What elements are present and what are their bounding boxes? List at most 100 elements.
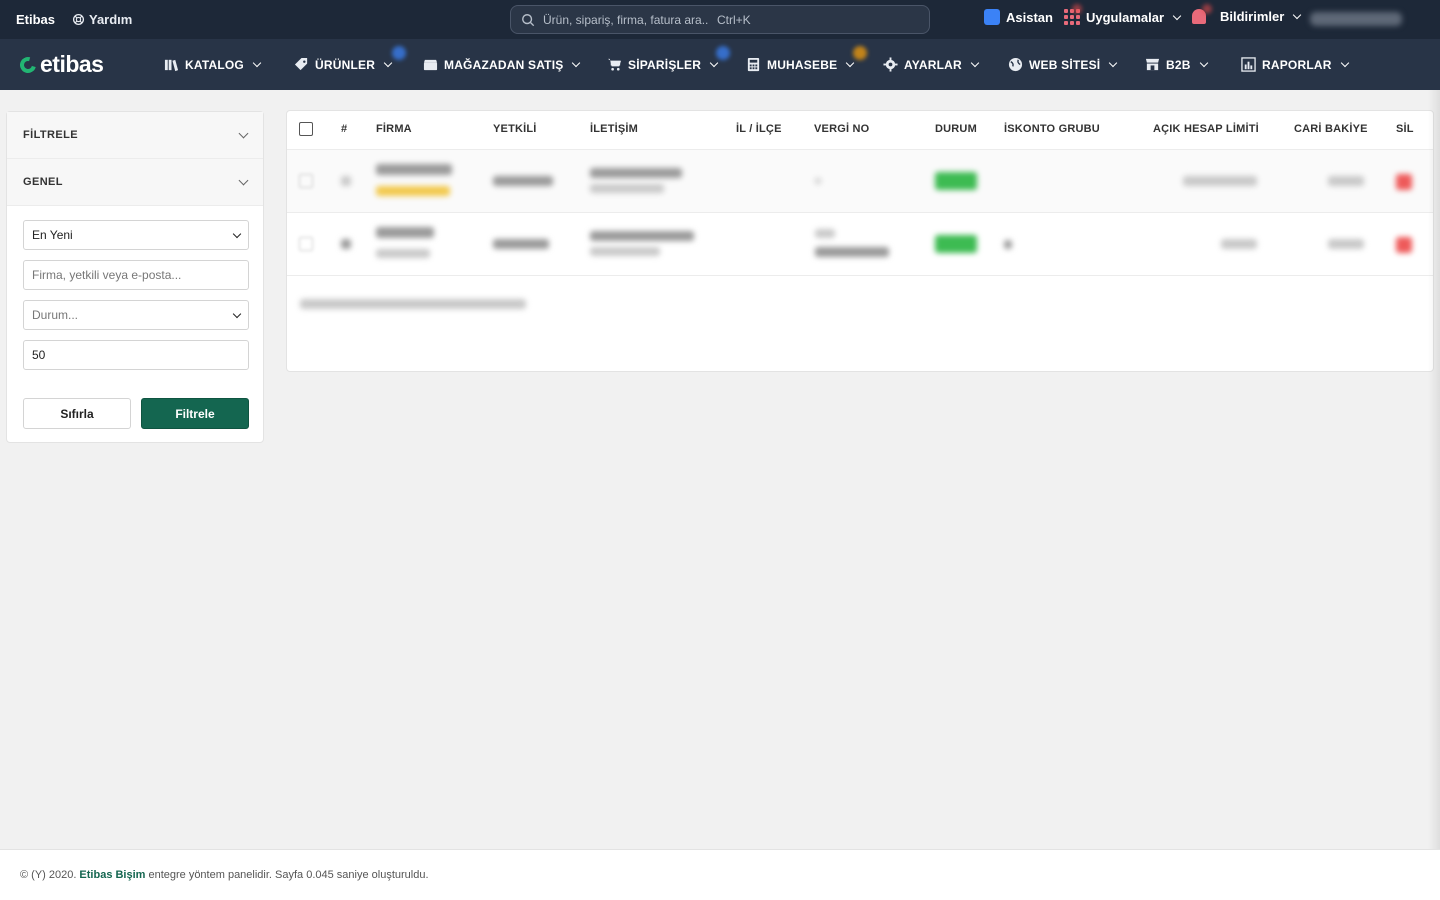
globe-icon	[1008, 57, 1023, 72]
search-input[interactable]	[543, 12, 709, 27]
nav-label: WEB SİTESİ	[1029, 57, 1101, 72]
logo-text: etibas	[40, 51, 104, 77]
tag-icon	[294, 57, 308, 71]
nav-raporlar[interactable]: RAPORLAR	[1241, 57, 1349, 72]
nav-ayarlar[interactable]: AYARLAR	[883, 57, 980, 72]
chevron-down-icon	[383, 58, 393, 68]
row-firma-tag	[376, 186, 450, 196]
general-section-header[interactable]: GENEL	[7, 159, 263, 206]
chevron-down-icon	[232, 309, 242, 318]
nav-label: SİPARİŞLER	[628, 57, 702, 72]
row-firma[interactable]	[376, 164, 452, 175]
chevron-down-icon	[1172, 11, 1182, 20]
row-firma[interactable]	[376, 227, 434, 238]
assistant-button[interactable]: Asistan	[984, 9, 1053, 25]
col-vergi-no[interactable]: VERGİ NO	[814, 123, 869, 135]
col-yetkili[interactable]: YETKİLİ	[493, 123, 537, 135]
nav-magazadan-satis[interactable]: MAĞAZADAN SATIŞ	[423, 57, 581, 72]
row-firma-sub	[376, 249, 430, 258]
status-badge	[935, 235, 977, 253]
sort-value: En Yeni	[32, 228, 73, 242]
row-iskonto	[1004, 240, 1012, 249]
siparisler-badge	[716, 46, 730, 60]
row-email	[590, 231, 694, 241]
row-vergi-office	[815, 229, 835, 238]
row-index	[341, 176, 351, 186]
limit-field[interactable]: 50	[23, 340, 249, 370]
help-link[interactable]: Yardım	[72, 12, 132, 27]
status-placeholder: Durum...	[32, 308, 79, 322]
global-search[interactable]: Ctrl+K	[510, 5, 930, 34]
main-nav: etibas KATALOG ÜRÜNLER MAĞAZADAN SATIŞ S…	[0, 39, 1440, 90]
row-vergi	[815, 247, 889, 257]
logo[interactable]: etibas	[17, 51, 104, 78]
notification-dot	[1202, 4, 1212, 14]
general-title: GENEL	[23, 176, 63, 188]
right-edge-shadow	[1428, 90, 1440, 900]
chevron-down-icon	[238, 128, 249, 139]
status-select[interactable]: Durum...	[23, 300, 249, 330]
nav-urunler[interactable]: ÜRÜNLER	[294, 57, 393, 72]
nav-web-sitesi[interactable]: WEB SİTESİ	[1008, 57, 1118, 72]
col-index: #	[341, 123, 348, 135]
firms-table: # FİRMA YETKİLİ İLETİŞİM İL / İLÇE VERGİ…	[286, 110, 1434, 372]
status-badge	[935, 172, 977, 190]
nav-muhasebe[interactable]: MUHASEBE	[746, 57, 855, 72]
nav-label: RAPORLAR	[1262, 57, 1332, 72]
urunler-badge	[392, 46, 406, 60]
col-firma[interactable]: FİRMA	[376, 123, 412, 135]
col-durum[interactable]: DURUM	[935, 123, 977, 135]
footer-company-link[interactable]: Etibas Bişim	[79, 869, 145, 881]
lifebuoy-icon	[72, 13, 85, 26]
row-yetkili	[493, 176, 553, 186]
chevron-down-icon	[709, 58, 719, 68]
filter-section-header[interactable]: FİLTRELE	[7, 112, 263, 159]
search-field[interactable]	[23, 260, 249, 290]
row-checkbox[interactable]	[299, 237, 313, 251]
sort-select[interactable]: En Yeni	[23, 220, 249, 250]
nav-label: MUHASEBE	[767, 57, 838, 72]
filter-button[interactable]: Filtrele	[141, 398, 249, 429]
filter-title: FİLTRELE	[23, 129, 78, 141]
col-acik-hesap-limiti[interactable]: AÇIK HESAP LİMİTİ	[1153, 123, 1259, 135]
row-index	[341, 239, 351, 249]
firm-search-input[interactable]	[32, 268, 240, 282]
row-phone	[590, 247, 660, 256]
nav-siparisler[interactable]: SİPARİŞLER	[607, 57, 719, 72]
table-row[interactable]	[287, 213, 1433, 276]
chevron-down-icon	[1199, 58, 1208, 68]
gear-icon	[883, 57, 898, 72]
chevron-down-icon	[252, 58, 262, 68]
pagination-summary	[300, 299, 526, 309]
row-balance	[1328, 239, 1364, 249]
brand-name[interactable]: Etibas	[16, 12, 55, 27]
nav-label: KATALOG	[185, 57, 244, 72]
table-row[interactable]	[287, 150, 1433, 213]
apps-menu[interactable]: Uygulamalar	[1064, 9, 1182, 25]
col-iletisim[interactable]: İLETİŞİM	[590, 123, 638, 135]
limit-value: 50	[32, 348, 46, 362]
col-cari-bakiye[interactable]: CARİ BAKİYE	[1294, 123, 1368, 135]
col-il-ilce[interactable]: İL / İLÇE	[736, 123, 782, 135]
calculator-icon	[747, 57, 760, 72]
row-checkbox[interactable]	[299, 174, 313, 188]
shop-icon	[1145, 58, 1160, 71]
chat-icon	[984, 9, 1000, 25]
row-vergi	[815, 178, 821, 184]
nav-katalog[interactable]: KATALOG	[164, 57, 262, 72]
chevron-down-icon	[970, 58, 980, 68]
row-email	[590, 168, 682, 178]
reset-button[interactable]: Sıfırla	[23, 398, 131, 429]
nav-b2b[interactable]: B2B	[1145, 57, 1208, 72]
col-iskonto-grubu[interactable]: İSKONTO GRUBU	[1004, 123, 1100, 135]
user-menu[interactable]	[1310, 12, 1402, 26]
search-icon	[522, 13, 535, 26]
chevron-down-icon	[232, 229, 242, 238]
chevron-down-icon	[238, 175, 249, 186]
chevron-down-icon	[1109, 58, 1118, 68]
delete-icon[interactable]	[1396, 237, 1412, 253]
delete-icon[interactable]	[1396, 174, 1412, 190]
footer-suffix: entegre yöntem panelidir. Sayfa 0.045 sa…	[148, 869, 429, 881]
select-all-checkbox[interactable]	[299, 122, 313, 136]
search-shortcut: Ctrl+K	[717, 12, 751, 27]
